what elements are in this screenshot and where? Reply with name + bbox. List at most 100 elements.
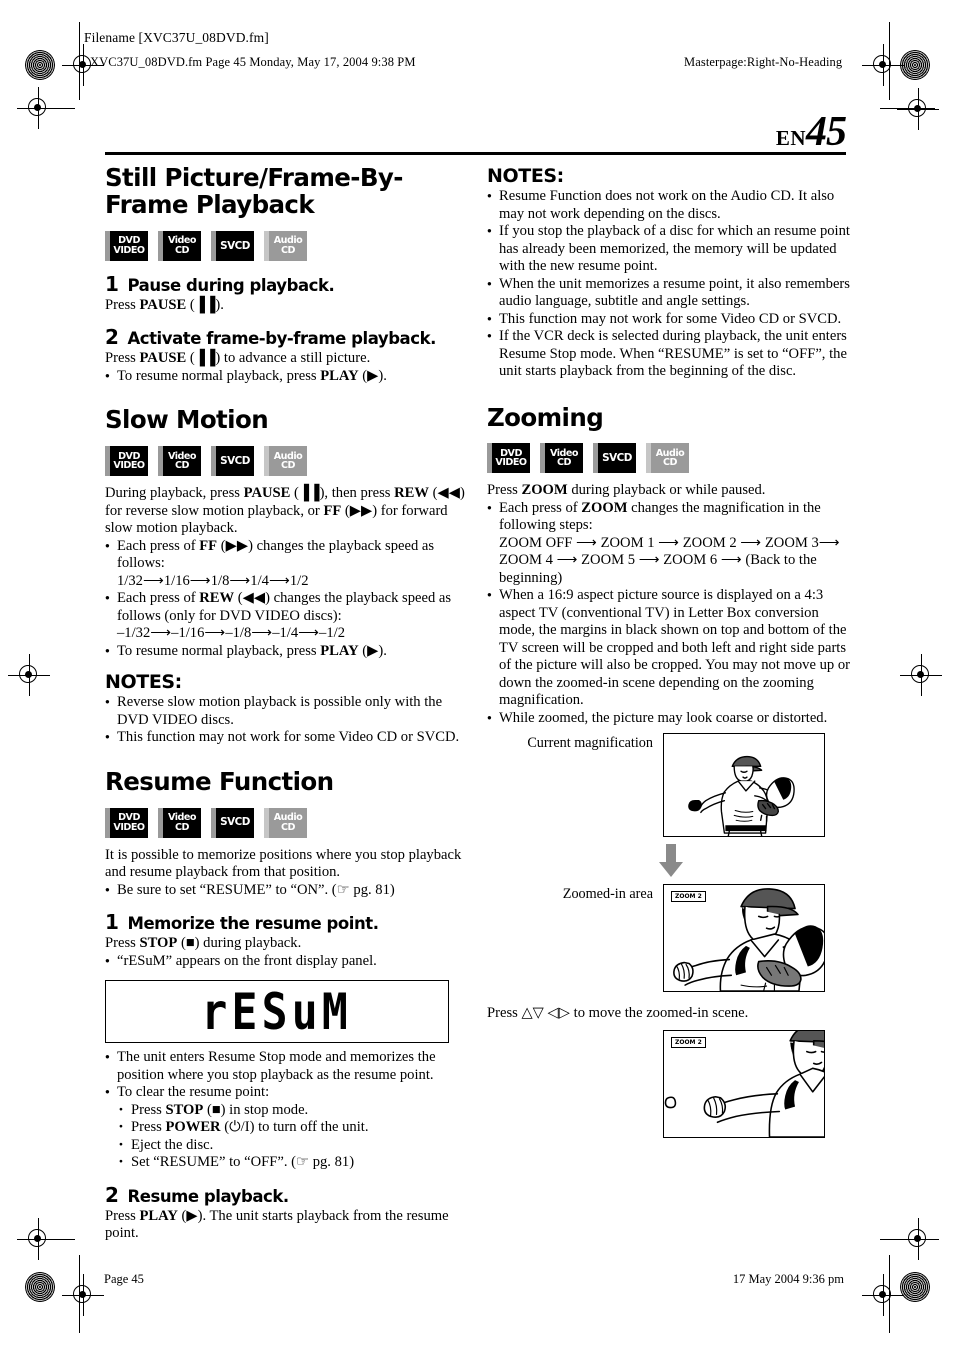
control-name-ff: FF bbox=[199, 537, 218, 554]
list-item: To resume normal playback, press PLAY (▶… bbox=[105, 368, 473, 386]
speed-sequence-reverse: –1/32⟶–1/16⟶–1/8⟶–1/4⟶–1/2 bbox=[117, 625, 346, 642]
text-fragment: (■) during playback. bbox=[177, 935, 302, 952]
badge-audio-cd: Audio CD bbox=[264, 446, 307, 477]
text-fragment: (⏻/I) to turn off the unit. bbox=[220, 1119, 369, 1136]
control-name-power: POWER bbox=[165, 1119, 221, 1136]
media-badges-resume-function: DVD VIDEO Video CD SVCD Audio CD bbox=[105, 807, 473, 838]
zooming-intro: Press ZOOM during playback or while paus… bbox=[487, 482, 855, 500]
language-code: EN bbox=[775, 126, 806, 150]
resume-intro: It is possible to memorize positions whe… bbox=[105, 846, 462, 881]
halftone-dot-top-left bbox=[25, 50, 55, 80]
text-fragment: To resume normal playback, press bbox=[117, 642, 321, 659]
left-column: Still Picture/Frame-By-Frame Playback DV… bbox=[105, 163, 473, 1243]
step-title: Pause during playback. bbox=[127, 275, 335, 295]
control-name-stop: STOP bbox=[139, 935, 178, 952]
footer-page-label: Page 45 bbox=[104, 1272, 144, 1286]
step-2-resume-playback: 2 Resume playback. bbox=[105, 1183, 473, 1207]
list-item: Each press of REW (◀◀) changes the playb… bbox=[105, 590, 473, 643]
page-number: 45 bbox=[806, 109, 847, 155]
step-1-memorize-resume-point: 1 Memorize the resume point. bbox=[105, 910, 473, 934]
badge-svcd: SVCD bbox=[593, 443, 636, 474]
resume-step-1-body: Press STOP (■) during playback. bbox=[105, 935, 473, 953]
zoom-step-sequence-line-1: ZOOM OFF ⟶ ZOOM 1 ⟶ ZOOM 2 ⟶ ZOOM 3⟶ bbox=[499, 534, 840, 551]
badge-video-cd: Video CD bbox=[158, 230, 201, 261]
control-name-ff: FF bbox=[323, 502, 342, 519]
illustration-row-zoomed: Zoomed-in area ZOOM 2 bbox=[487, 884, 855, 994]
control-name-pause: PAUSE bbox=[139, 296, 187, 313]
text-fragment: (▐▐). bbox=[186, 296, 224, 313]
filename-label: Filename [XVC37U_08DVD.fm] bbox=[84, 30, 269, 45]
zoom-level-tag: ZOOM 2 bbox=[671, 891, 706, 903]
caption-zoomed-in-area: Zoomed-in area bbox=[562, 886, 653, 903]
badge-audiocd-line2: CD bbox=[280, 460, 296, 472]
badge-dvd-video: DVD VIDEO bbox=[105, 446, 148, 477]
badge-svcd: SVCD bbox=[211, 446, 254, 477]
manual-page: Filename [XVC37U_08DVD.fm] XVC37U_08DVD.… bbox=[0, 0, 954, 1351]
fm-source-line: XVC37U_08DVD.fm Page 45 Monday, May 17, … bbox=[90, 55, 416, 69]
control-name-zoom: ZOOM bbox=[581, 499, 628, 516]
badge-video-cd: Video CD bbox=[158, 807, 201, 838]
badge-videocd-line2: CD bbox=[174, 460, 190, 472]
text-fragment: (▶). bbox=[358, 367, 387, 384]
control-name-play: PLAY bbox=[320, 642, 359, 659]
list-item: When a 16:9 aspect picture source is dis… bbox=[487, 587, 855, 710]
list-item: The unit enters Resume Stop mode and mem… bbox=[105, 1049, 473, 1084]
page-border-right-bottom bbox=[889, 1255, 890, 1333]
list-item: Each press of ZOOM changes the magnifica… bbox=[487, 500, 855, 588]
resume-after-display-bullets: The unit enters Resume Stop mode and mem… bbox=[105, 1049, 473, 1102]
resume-step-1-bullets: “rESuM” appears on the front display pan… bbox=[105, 953, 473, 971]
section-heading-zooming: Zooming bbox=[487, 402, 604, 432]
badge-svcd: SVCD bbox=[211, 807, 254, 838]
step-title: Activate frame-by-frame playback. bbox=[127, 329, 436, 349]
text-fragment: To resume normal playback, press bbox=[117, 367, 321, 384]
badge-dvd-line2: VIDEO bbox=[113, 244, 145, 256]
step-2-bullets: To resume normal playback, press PLAY (▶… bbox=[105, 368, 473, 386]
section-heading-still-picture: Still Picture/Frame-By-Frame Playback bbox=[105, 163, 403, 219]
zoom-step-sequence-line-2: ZOOM 4 ⟶ ZOOM 5 ⟶ ZOOM 6 ⟶ (Back to the … bbox=[499, 552, 817, 586]
badge-audiocd-line2: CD bbox=[280, 244, 296, 256]
slow-motion-bullets: Each press of FF (▶▶) changes the playba… bbox=[105, 538, 473, 661]
text-fragment: Eject the disc. bbox=[131, 1136, 214, 1153]
illustration-row-moved: ZOOM 2 bbox=[487, 1024, 855, 1139]
halftone-dot-top-right bbox=[900, 50, 930, 80]
registration-mark-upper-right bbox=[897, 88, 939, 130]
section-heading-slow-motion: Slow Motion bbox=[105, 405, 269, 435]
text-fragment: Press bbox=[487, 482, 522, 499]
badge-audiocd-line2: CD bbox=[662, 457, 678, 469]
list-item: Eject the disc. bbox=[119, 1137, 473, 1155]
list-item: “rESuM” appears on the front display pan… bbox=[105, 953, 473, 971]
badge-videocd-line2: CD bbox=[556, 457, 572, 469]
badge-dvd-video: DVD VIDEO bbox=[487, 443, 530, 474]
text-fragment: Press bbox=[131, 1119, 166, 1136]
notes-list-slow-motion: Reverse slow motion playback is possible… bbox=[105, 694, 473, 747]
badge-dvd-video: DVD VIDEO bbox=[105, 230, 148, 261]
text-fragment: Press bbox=[105, 1207, 140, 1224]
text-fragment: (▐▐), then press bbox=[290, 485, 395, 502]
step-number: 2 bbox=[105, 1182, 119, 1207]
resume-clear-list: Press STOP (■) in stop mode. Press POWER… bbox=[119, 1102, 473, 1172]
page-header-number: EN45 bbox=[775, 108, 847, 156]
list-item: While zoomed, the picture may look coars… bbox=[487, 710, 855, 728]
text-fragment: Each press of bbox=[117, 537, 200, 554]
text-fragment: Each press of bbox=[499, 499, 582, 516]
caption-current-magnification: Current magnification bbox=[527, 735, 653, 752]
speed-sequence-forward: 1/32⟶1/16⟶1/8⟶1/4⟶1/2 bbox=[117, 572, 309, 589]
list-item: Resume Function does not work on the Aud… bbox=[487, 188, 855, 223]
badge-svcd-label: SVCD bbox=[220, 239, 250, 252]
media-badges-slow-motion: DVD VIDEO Video CD SVCD Audio CD bbox=[105, 446, 473, 477]
illustration-current-magnification bbox=[663, 733, 825, 838]
page-border-left-top bbox=[79, 22, 80, 100]
halftone-dot-bottom-left bbox=[25, 1272, 55, 1302]
registration-mark-top-right bbox=[862, 44, 904, 86]
footer-timestamp: 17 May 2004 9:36 pm bbox=[732, 1272, 844, 1286]
trim-line-left-top bbox=[20, 108, 75, 109]
badge-dvd-video: DVD VIDEO bbox=[105, 807, 148, 838]
notes-heading-resume: NOTES: bbox=[487, 165, 564, 187]
text-fragment: Press bbox=[131, 1101, 166, 1118]
trim-line-left-bottom bbox=[20, 1239, 75, 1240]
badge-audio-cd: Audio CD bbox=[646, 443, 689, 474]
control-name-pause: PAUSE bbox=[139, 350, 187, 367]
text-fragment: Press bbox=[105, 935, 140, 952]
header-divider-rule bbox=[105, 152, 846, 155]
